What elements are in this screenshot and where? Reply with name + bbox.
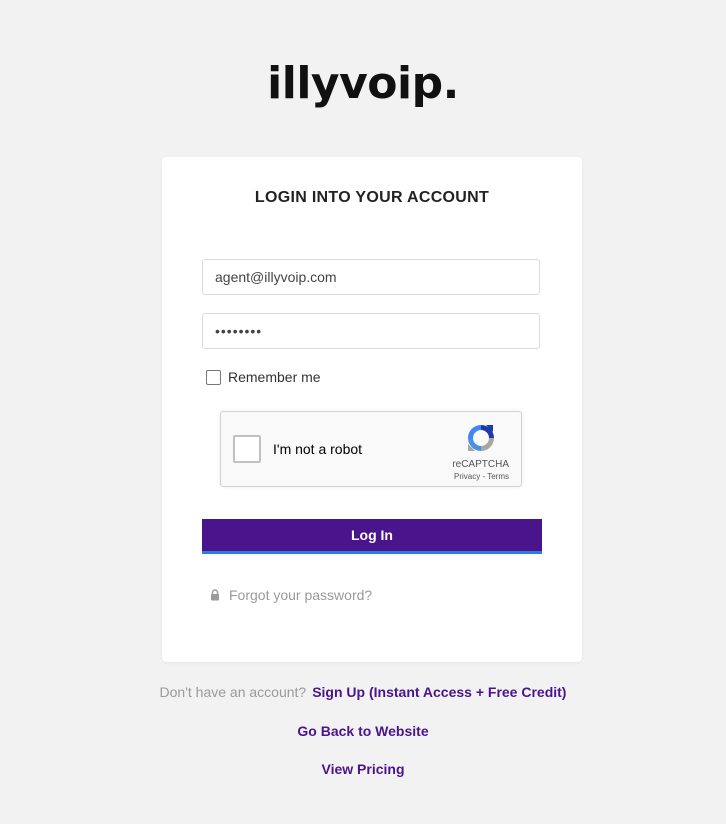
remember-me[interactable]: Remember me <box>206 369 321 385</box>
signup-link[interactable]: Sign Up (Instant Access + Free Credit) <box>312 684 566 700</box>
remember-checkbox[interactable] <box>206 369 221 385</box>
login-card: LOGIN INTO YOUR ACCOUNT Remember me I'm … <box>162 157 582 662</box>
view-pricing-link[interactable]: View Pricing <box>322 761 405 777</box>
recaptcha-checkbox[interactable] <box>233 435 261 463</box>
email-field[interactable] <box>202 259 540 295</box>
recaptcha-terms-link[interactable]: Terms <box>487 472 509 481</box>
lock-icon <box>211 589 219 601</box>
forgot-password-label: Forgot your password? <box>229 587 373 603</box>
no-account-text: Don't have an account? <box>159 684 307 700</box>
signup-row: Don't have an account? Sign Up (Instant A… <box>0 684 726 700</box>
remember-label: Remember me <box>228 369 321 385</box>
recaptcha-brand: reCAPTCHA <box>452 459 509 470</box>
login-button[interactable]: Log In <box>202 519 542 554</box>
pricing-row: View Pricing <box>0 761 726 777</box>
password-field[interactable] <box>202 313 540 349</box>
recaptcha-privacy-link[interactable]: Privacy <box>454 472 480 481</box>
login-title: LOGIN INTO YOUR ACCOUNT <box>254 189 490 206</box>
forgot-password-link[interactable]: Forgot your password? <box>210 587 372 603</box>
back-row: Go Back to Website <box>0 723 726 739</box>
logo: illyvoip. <box>267 58 459 109</box>
recaptcha-label: I'm not a robot <box>273 441 363 457</box>
back-to-website-link[interactable]: Go Back to Website <box>297 723 428 739</box>
recaptcha-links: Privacy - Terms <box>454 472 509 481</box>
recaptcha-logo-icon <box>468 425 494 451</box>
recaptcha-widget: I'm not a robot reCAPTCHA Privacy - Term… <box>220 411 522 487</box>
